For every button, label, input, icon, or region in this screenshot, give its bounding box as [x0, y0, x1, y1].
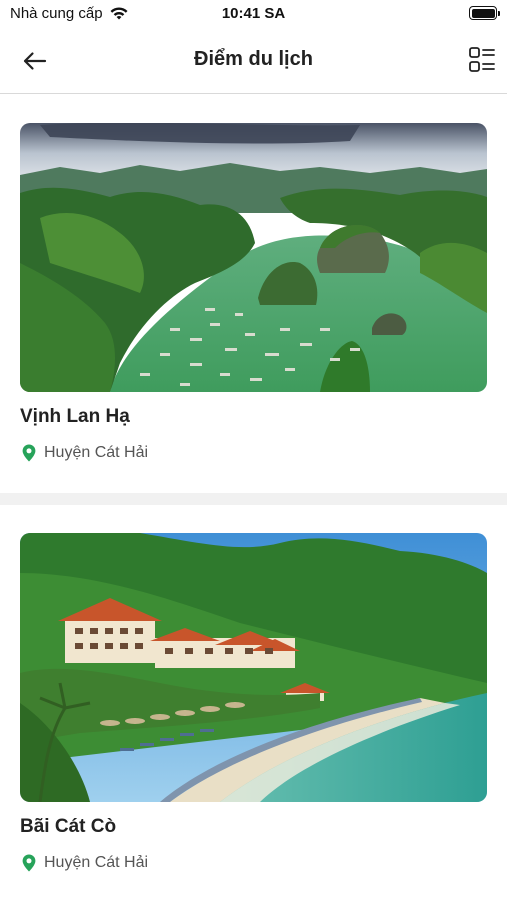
navigation-bar: Điểm du lịch — [0, 28, 507, 94]
place-location: Huyện Cát Hải — [22, 444, 148, 462]
place-card[interactable]: Bãi Cát Cò Huyện Cát Hải — [0, 505, 507, 900]
section-divider — [0, 493, 507, 505]
battery-icon — [469, 6, 500, 20]
place-name[interactable]: Bãi Cát Cò — [20, 816, 116, 838]
places-list: Vịnh Lan Hạ Huyện Cát Hải Bãi Cát Cò Huy… — [0, 95, 507, 900]
map-pin-icon — [22, 854, 36, 872]
status-time: 10:41 SA — [221, 5, 286, 22]
map-pin-icon — [22, 444, 36, 462]
place-image[interactable] — [20, 533, 487, 802]
page-title: Điểm du lịch — [194, 48, 313, 70]
place-image[interactable] — [20, 123, 487, 392]
status-bar: Nhà cung cấp 10:41 SA — [0, 0, 507, 28]
place-name[interactable]: Vịnh Lan Hạ — [20, 406, 130, 428]
view-toggle-button[interactable] — [467, 45, 497, 75]
place-location: Huyện Cát Hải — [22, 854, 148, 872]
place-location-label: Huyện Cát Hải — [44, 444, 149, 461]
place-card[interactable]: Vịnh Lan Hạ Huyện Cát Hải — [0, 95, 507, 493]
place-location-label: Huyện Cát Hải — [44, 854, 149, 871]
list-grid-icon — [469, 47, 495, 72]
